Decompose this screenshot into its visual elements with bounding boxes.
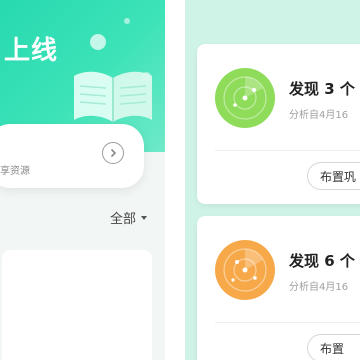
filter-label: 全部 xyxy=(110,212,137,227)
resource-card[interactable]: 享资源 xyxy=(0,124,144,188)
divider xyxy=(215,150,360,151)
decor-dot xyxy=(124,18,130,24)
decor-dot xyxy=(90,34,106,50)
card-title: 发现 3 个 xyxy=(289,80,355,98)
resource-card-subtitle: 享资源 xyxy=(0,166,30,177)
hero-title: 上线 xyxy=(4,36,59,66)
card-title: 发现 6 个 xyxy=(289,252,355,270)
divider xyxy=(215,322,360,323)
analysis-card[interactable]: 发现 3 个 分析自4月16 布置巩 xyxy=(197,44,360,204)
analysis-card[interactable]: 发现 6 个 分析自4月16 布置 xyxy=(197,216,360,360)
radar-icon xyxy=(215,68,275,128)
right-panel: 发现 3 个 分析自4月16 布置巩 发现 6 个 分析自4月16 布置 xyxy=(185,0,360,360)
assign-button[interactable]: 布置巩 xyxy=(307,162,360,190)
chevron-right-icon[interactable] xyxy=(102,142,124,164)
filter-dropdown[interactable]: 全部 xyxy=(110,208,148,227)
card-subtitle: 分析自4月16 xyxy=(289,110,349,121)
left-panel: 上线 享资源 全部 xyxy=(0,0,165,360)
open-book-icon xyxy=(74,71,152,122)
assign-button[interactable]: 布置 xyxy=(307,334,360,360)
list-card xyxy=(2,250,152,360)
radar-icon xyxy=(215,240,275,300)
card-subtitle: 分析自4月16 xyxy=(289,282,349,293)
caret-down-icon xyxy=(141,215,148,220)
